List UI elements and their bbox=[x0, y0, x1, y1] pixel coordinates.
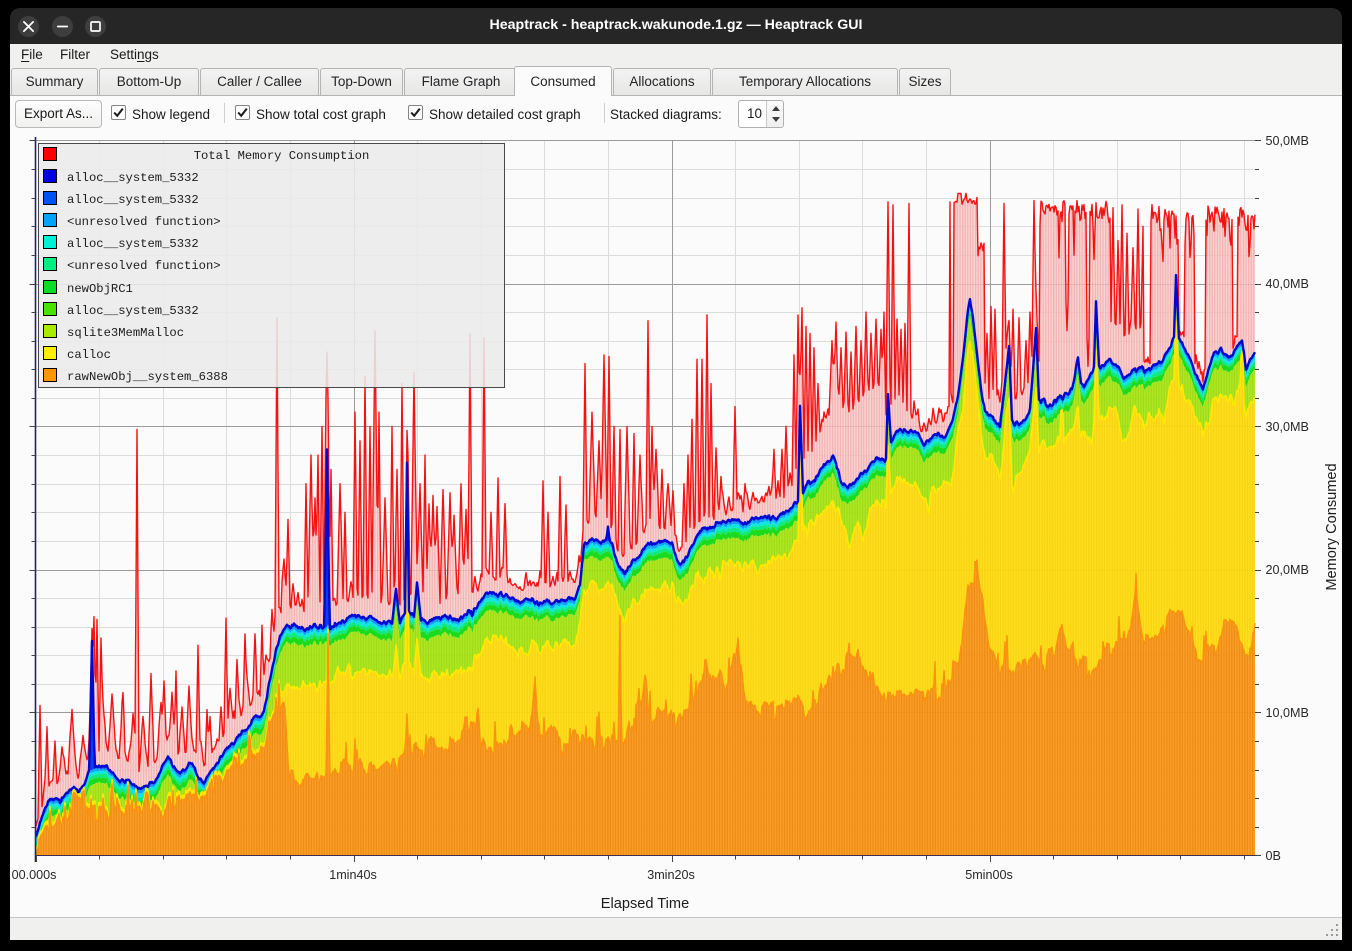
svg-text:3min20s: 3min20s bbox=[647, 868, 695, 882]
svg-text:10,0MB: 10,0MB bbox=[1266, 706, 1309, 720]
svg-text:Elapsed Time: Elapsed Time bbox=[601, 896, 689, 912]
svg-text:30,0MB: 30,0MB bbox=[1266, 420, 1309, 434]
svg-text:40,0MB: 40,0MB bbox=[1266, 277, 1309, 291]
svg-text:1min40s: 1min40s bbox=[329, 868, 377, 882]
svg-text:5min00s: 5min00s bbox=[965, 868, 1013, 882]
svg-text:50,0MB: 50,0MB bbox=[1266, 134, 1309, 148]
svg-text:20,0MB: 20,0MB bbox=[1266, 563, 1309, 577]
svg-text:0B: 0B bbox=[1266, 849, 1281, 863]
svg-text:Memory Consumed: Memory Consumed bbox=[1324, 463, 1340, 590]
svg-text:00.000s: 00.000s bbox=[12, 868, 57, 882]
